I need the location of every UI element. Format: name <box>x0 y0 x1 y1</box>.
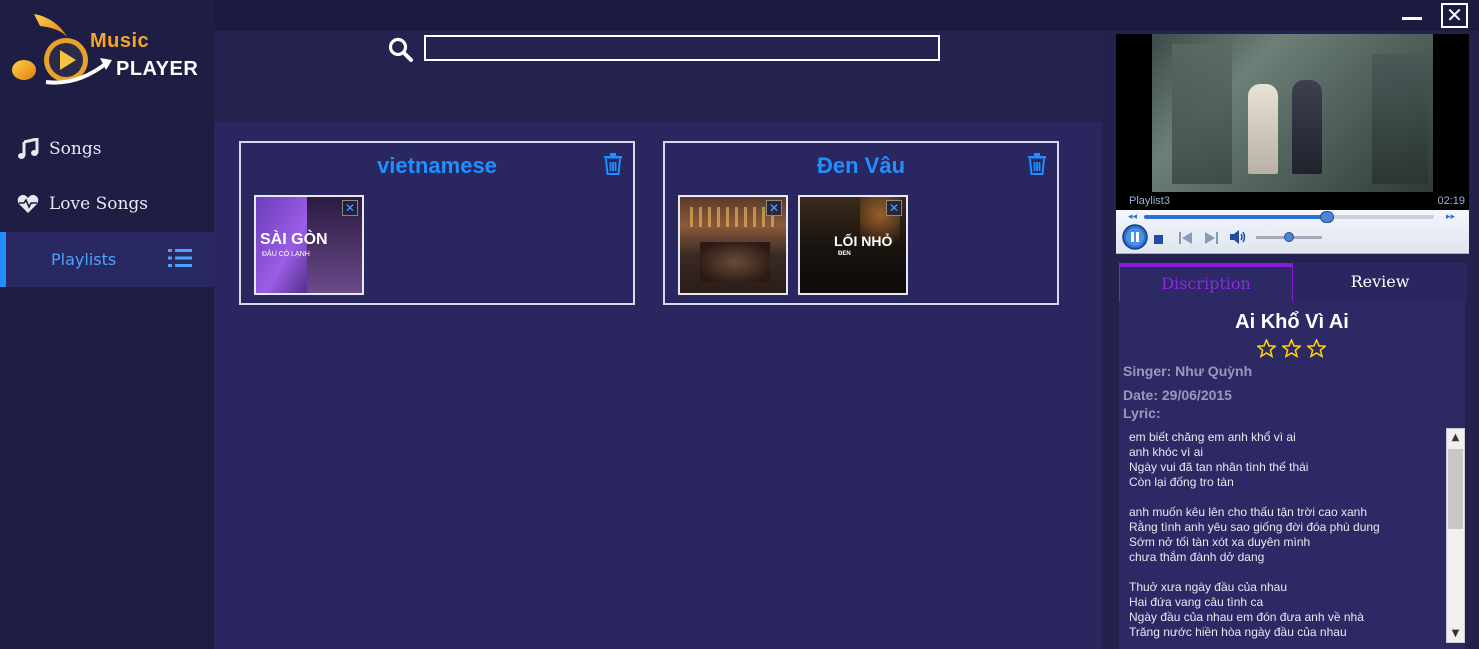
close-button[interactable]: ✕ <box>1441 3 1468 28</box>
tab-description[interactable]: Discription <box>1119 263 1293 301</box>
track-thumbnail[interactable]: LỐI NHỎ ĐEN ✕ <box>798 195 908 295</box>
sidebar: Music PLAYER Songs Love Songs Playlists <box>0 0 214 649</box>
volume-icon[interactable] <box>1230 230 1248 249</box>
logo-text-music: Music <box>90 30 150 52</box>
lyrics-scrollbar[interactable]: ▲ ▼ <box>1446 428 1465 643</box>
tab-review[interactable]: Review <box>1293 263 1467 301</box>
media-controls: ◂◂ ▸▸ <box>1116 210 1469 254</box>
star-icon[interactable] <box>1307 339 1326 358</box>
video-time: 02:19 <box>1437 195 1465 207</box>
title-bar <box>214 0 1479 31</box>
previous-icon[interactable] <box>1179 231 1193 249</box>
minimize-button[interactable] <box>1400 4 1424 28</box>
sidebar-item-playlists[interactable]: Playlists <box>0 232 214 287</box>
seek-handle[interactable] <box>1319 211 1334 223</box>
trash-icon[interactable] <box>1027 153 1047 175</box>
album-art-title: LỐI NHỎ <box>834 233 893 249</box>
volume-handle[interactable] <box>1284 232 1294 242</box>
video-playlist-label: Playlist3 <box>1129 195 1170 207</box>
remove-track-button[interactable]: ✕ <box>342 200 358 216</box>
album-art-subtitle: ĐEN <box>838 251 851 257</box>
detail-tabs: Discription Review <box>1119 263 1467 301</box>
sidebar-item-label: Songs <box>49 138 102 159</box>
rewind-icon[interactable]: ◂◂ <box>1128 212 1137 222</box>
volume-slider[interactable] <box>1256 232 1322 242</box>
playlist-card[interactable]: vietnamese SÀI GÒN ĐÂU CÓ LẠNH ✕ <box>239 141 635 305</box>
seek-progress <box>1144 215 1327 219</box>
sidebar-item-songs[interactable]: Songs <box>0 121 214 176</box>
remove-track-button[interactable]: ✕ <box>766 200 782 216</box>
star-icon[interactable] <box>1257 339 1276 358</box>
pause-button[interactable] <box>1122 224 1148 255</box>
date-label: Date: 29/06/2015 <box>1123 387 1232 403</box>
lyrics-text: em biết chăng em anh khổ vì ai anh khóc … <box>1129 430 1380 639</box>
scroll-down-icon[interactable]: ▼ <box>1447 625 1464 642</box>
star-icon[interactable] <box>1282 339 1301 358</box>
heart-pulse-icon <box>16 192 40 216</box>
playlist-card[interactable]: Đen Vâu ✕ LỐI NHỎ ĐEN ✕ <box>663 141 1059 305</box>
track-thumbnail[interactable]: SÀI GÒN ĐÂU CÓ LẠNH ✕ <box>254 195 364 295</box>
singer-label: Singer: Như Quỳnh <box>1123 363 1253 379</box>
lyrics-box[interactable]: em biết chăng em anh khổ vì ai anh khóc … <box>1119 428 1465 649</box>
album-art-subtitle: ĐÂU CÓ LẠNH <box>262 251 310 258</box>
sidebar-item-label: Love Songs <box>49 193 149 214</box>
lyric-label: Lyric: <box>1123 405 1161 421</box>
trash-icon[interactable] <box>603 153 623 175</box>
list-icon <box>168 248 192 273</box>
fast-forward-icon[interactable]: ▸▸ <box>1446 212 1455 222</box>
music-note-icon <box>16 137 40 161</box>
track-thumbnail[interactable]: ✕ <box>678 195 788 295</box>
seek-bar[interactable] <box>1144 211 1434 223</box>
rating-stars[interactable] <box>1257 339 1326 358</box>
remove-track-button[interactable]: ✕ <box>886 200 902 216</box>
sidebar-item-love-songs[interactable]: Love Songs <box>0 176 214 231</box>
sidebar-item-label: Playlists <box>51 250 117 269</box>
song-title: Ai Khổ Vì Ai <box>1235 311 1349 333</box>
logo-text-player: PLAYER <box>116 58 199 80</box>
next-icon[interactable] <box>1204 231 1218 249</box>
video-frame <box>1152 34 1433 192</box>
video-player[interactable]: Playlist3 02:19 <box>1116 34 1469 210</box>
stop-icon[interactable] <box>1154 232 1164 250</box>
app-logo: Music PLAYER <box>8 8 208 90</box>
search-icon[interactable] <box>388 37 414 63</box>
search-input[interactable] <box>424 35 940 61</box>
playlist-title: Đen Vâu <box>816 153 906 178</box>
description-panel: Ai Khổ Vì Ai Singer: Như Quỳnh Date: 29/… <box>1119 301 1465 649</box>
scroll-up-icon[interactable]: ▲ <box>1447 429 1464 446</box>
album-art-title: SÀI GÒN <box>260 231 328 248</box>
playlist-title: vietnamese <box>377 153 497 178</box>
scroll-thumb[interactable] <box>1448 449 1463 529</box>
